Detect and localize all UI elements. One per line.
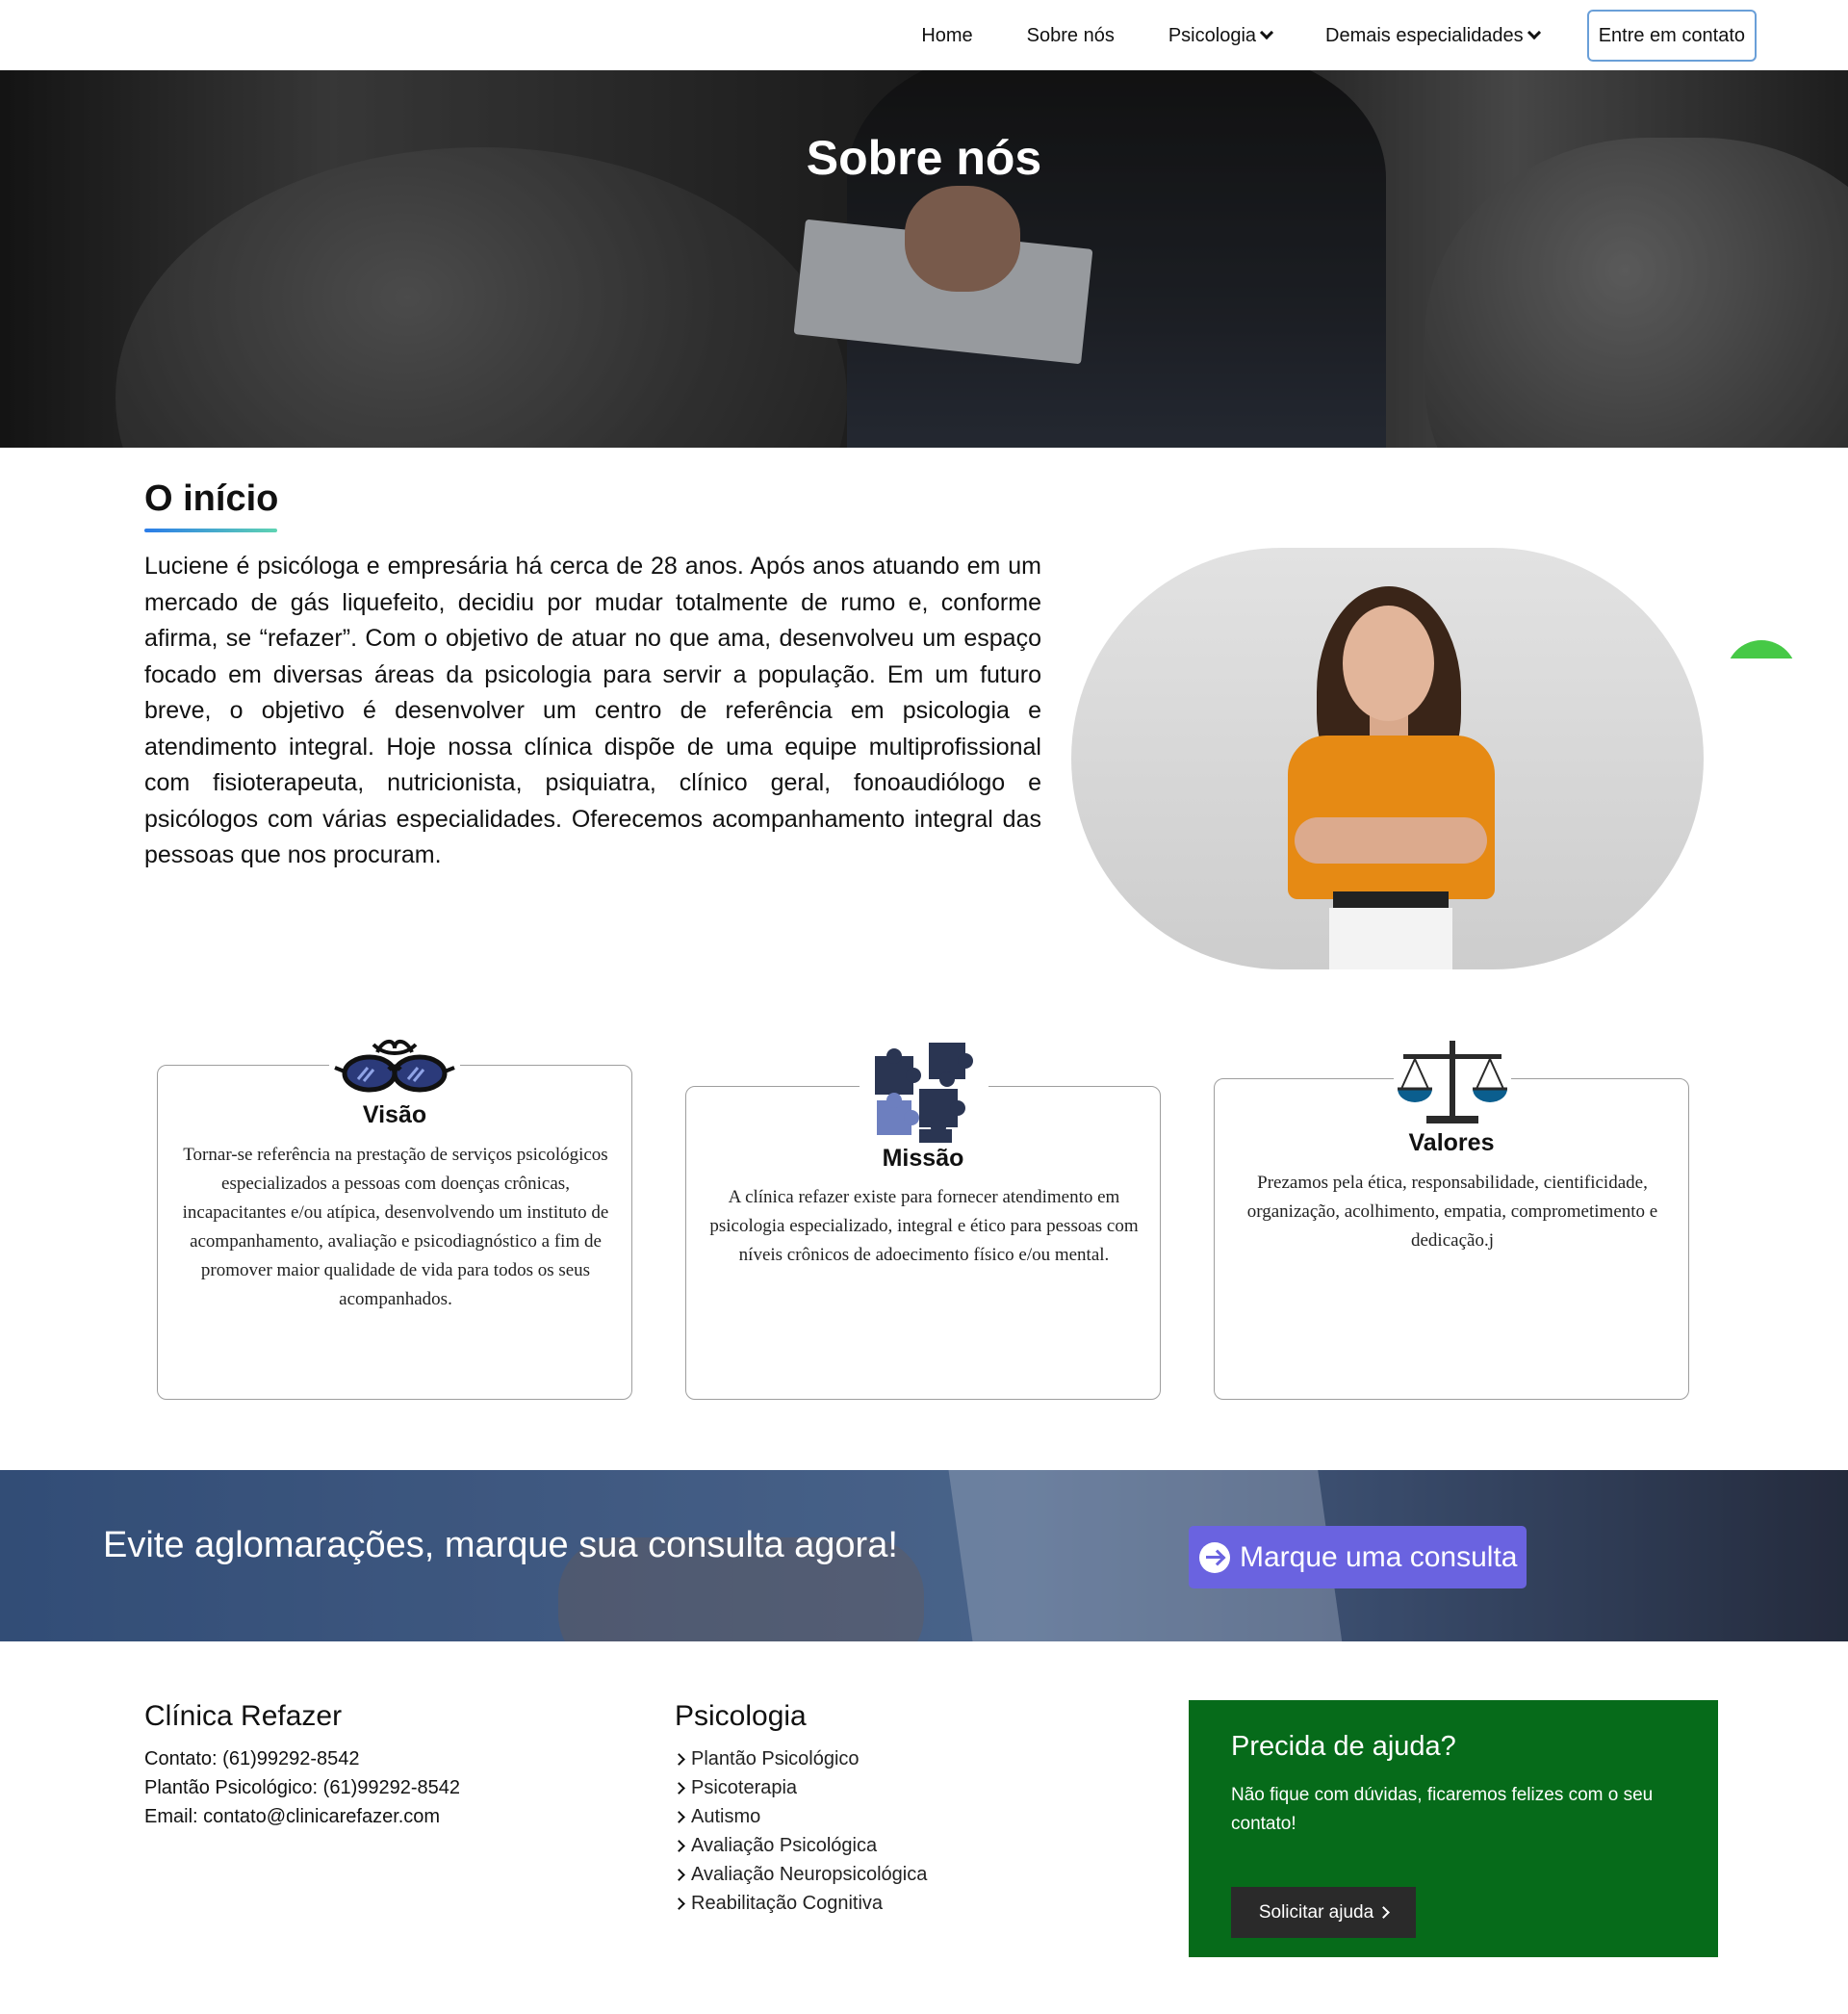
nav-home-label: Home [921,24,973,46]
help-box: Precida de ajuda? Não fique com dúvidas,… [1189,1700,1718,1957]
inicio-title: O início [144,478,279,519]
footer-link-label: Avaliação Psicológica [691,1835,878,1856]
footer-clinic-title: Clínica Refazer [144,1700,343,1732]
puzzle-icon [860,1037,988,1145]
card-text: A clínica refazer existe para fornecer a… [709,1187,1139,1265]
arrow-right-circle-icon [1199,1541,1230,1573]
cta-banner: Evite aglomarações, marque sua consulta … [0,1470,1848,1641]
nav-especialidades-dropdown[interactable]: Demais especialidades [1325,10,1541,62]
chevron-right-icon [673,1752,685,1766]
chevron-right-icon [673,1839,685,1852]
inicio-text: Luciene é psicóloga e empresária há cerc… [144,553,1041,868]
float-button-mask [1726,658,1797,678]
footer-link[interactable]: Plantão Psicológico [673,1744,927,1773]
footer-link-label: Reabilitação Cognitiva [691,1893,884,1914]
scales-icon [1394,1039,1511,1125]
chevron-down-icon [1527,25,1541,40]
book-appointment-label: Marque uma consulta [1240,1540,1518,1573]
footer-plantao: Plantão Psicológico: (61)99292-8542 [144,1777,460,1798]
contact-button[interactable]: Entre em contato [1586,10,1757,62]
valores-card: Valores Prezamos pela ética, responsabil… [1214,1039,1689,1400]
nav-especialidades-label: Demais especialidades [1325,24,1524,46]
nav-psicologia-dropdown[interactable]: Psicologia [1168,10,1274,62]
footer-link-label: Autismo [691,1806,761,1827]
card-title: Visão [362,1101,427,1128]
book-appointment-button[interactable]: Marque uma consulta [1189,1526,1527,1588]
chevron-right-icon [673,1868,685,1881]
hero-banner: Sobre nós [0,70,1848,448]
footer-link[interactable]: Avaliação Neuropsicológica [673,1860,928,1889]
nav-sobre-label: Sobre nós [1026,24,1115,46]
glasses-icon [329,1037,460,1097]
missao-card: Missão A clínica refazer existe para for… [685,1037,1161,1400]
footer-psicologia-list: Plantão Psicológico Psicoterapia Autismo… [673,1744,928,1918]
footer-psicologia-title: Psicologia [675,1700,807,1732]
footer-link-label: Avaliação Neuropsicológica [691,1864,928,1885]
chevron-right-icon [673,1897,685,1910]
footer-link-label: Plantão Psicológico [691,1748,860,1769]
photo-pants [1329,908,1452,969]
card-text: Prezamos pela ética, responsabilidade, c… [1246,1173,1658,1251]
top-nav: Home Sobre nós Psicologia Demais especia… [0,0,1848,70]
luciene-photo [1071,548,1704,969]
chevron-right-icon [673,1781,685,1795]
nav-sobre-link[interactable]: Sobre nós [1027,10,1115,62]
cta-text: Evite aglomarações, marque sua consulta … [103,1525,898,1565]
help-text: Não fique com dúvidas, ficaremos felizes… [1231,1785,1654,1834]
title-underline [144,529,277,532]
request-help-button[interactable]: Solicitar ajuda [1231,1887,1416,1938]
footer-link[interactable]: Autismo [673,1802,927,1831]
card-text: Tornar-se referência na prestação de ser… [182,1145,609,1309]
hero-overlay [0,70,1848,448]
footer-link[interactable]: Reabilitação Cognitiva [673,1889,927,1918]
footer-link[interactable]: Avaliação Psicológica [673,1831,927,1860]
footer-link-label: Psicoterapia [691,1777,798,1798]
footer-link[interactable]: Psicoterapia [673,1773,927,1802]
visao-card: Visão Tornar-se referência na prestação … [157,1037,632,1400]
nav-psicologia-label: Psicologia [1168,24,1257,46]
footer-contact: Contato: (61)99292-8542 [144,1748,360,1769]
photo-belt [1333,891,1449,909]
request-help-label: Solicitar ajuda [1258,1901,1374,1923]
photo-arms [1295,817,1487,864]
card-title: Valores [1408,1129,1495,1156]
footer-email: Email: contato@clinicarefazer.com [144,1806,441,1827]
photo-face [1343,606,1434,721]
hero-title: Sobre nós [806,131,1042,185]
chevron-right-icon [1377,1906,1391,1919]
nav-links: Home Sobre nós Psicologia Demais especia… [867,10,1757,62]
chevron-down-icon [1259,25,1274,40]
chevron-right-icon [673,1810,685,1823]
help-title: Precida de ajuda? [1231,1731,1456,1762]
card-title: Missão [882,1145,964,1172]
nav-home-link[interactable]: Home [921,10,972,62]
